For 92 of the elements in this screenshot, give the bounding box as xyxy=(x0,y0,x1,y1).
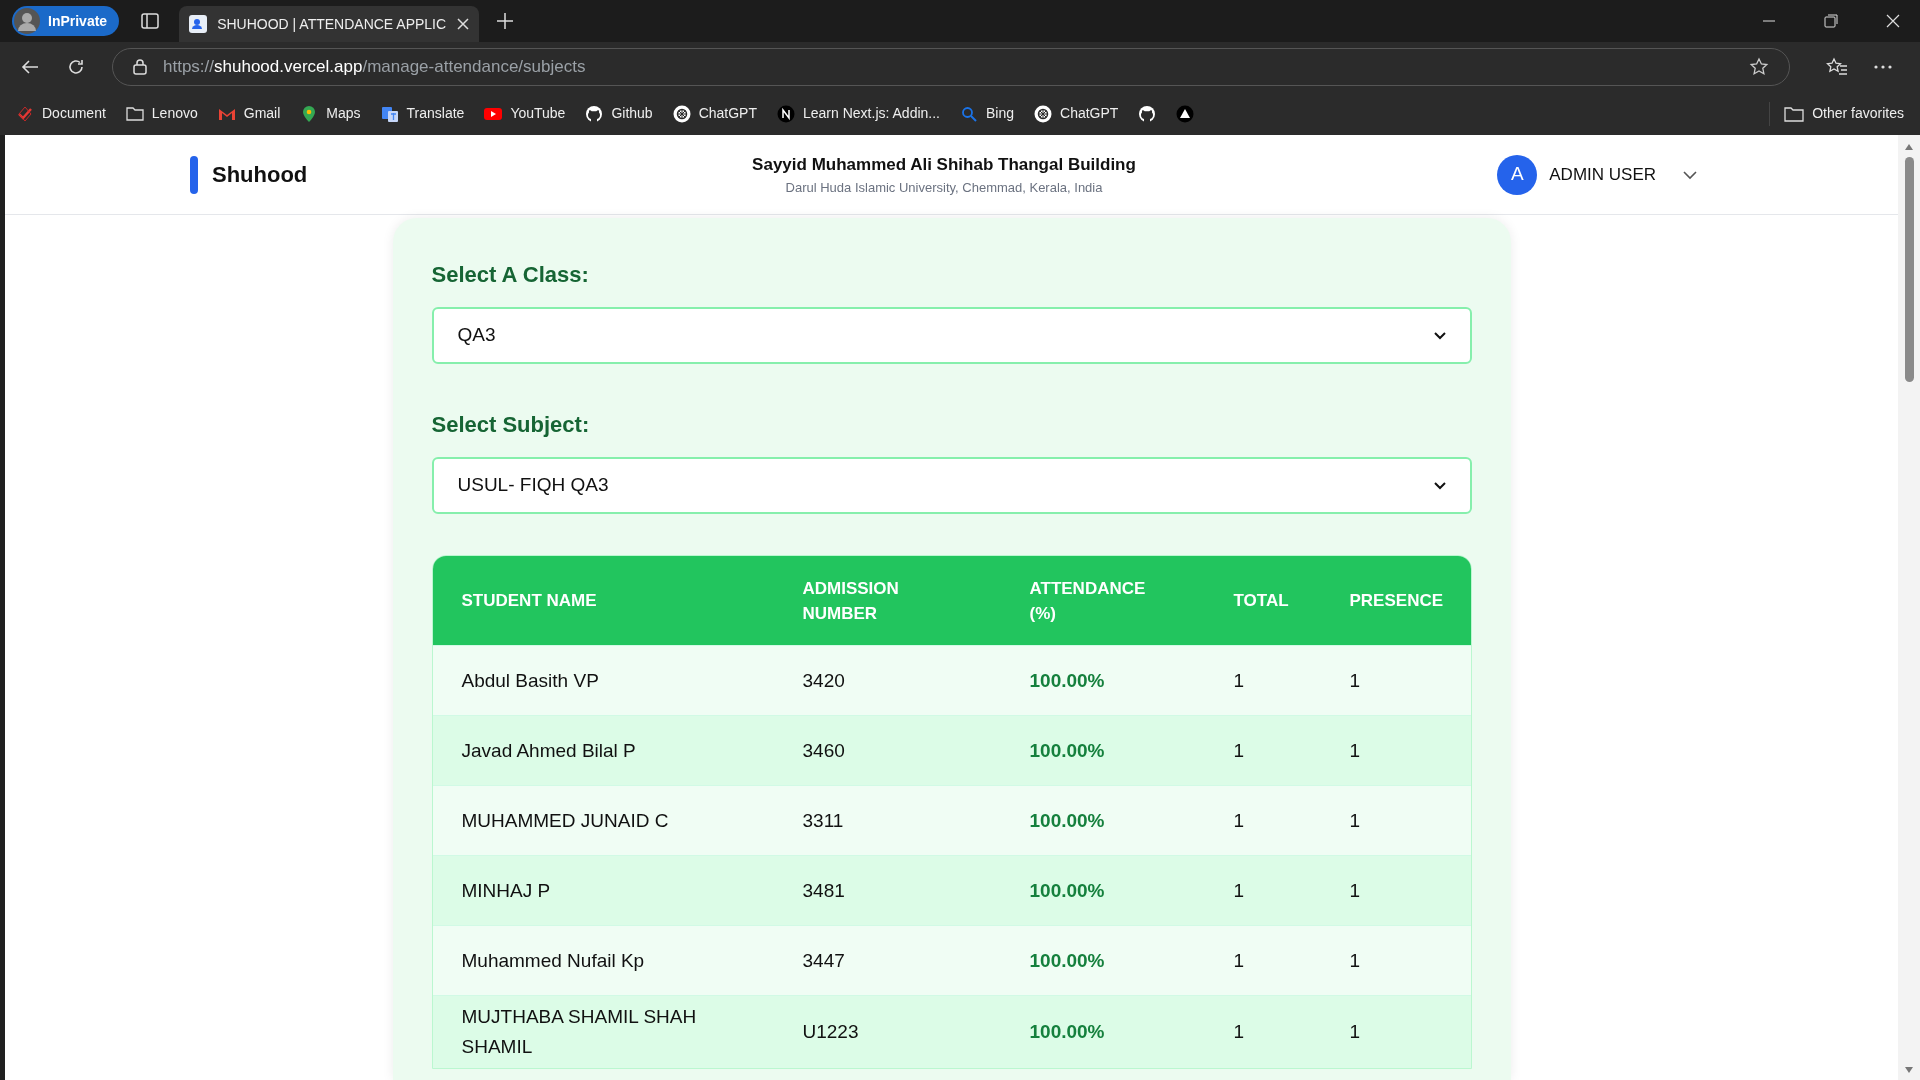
column-header: STUDENT NAME xyxy=(461,590,598,612)
column-header: ADMISSION NUMBER xyxy=(802,577,900,625)
table-cell-text: 1 xyxy=(1349,808,1362,833)
bookmark-link[interactable]: Lenovo xyxy=(125,103,198,124)
cat-icon xyxy=(585,104,604,123)
table-cell-text: 100.00% xyxy=(1029,1020,1106,1044)
close-icon[interactable] xyxy=(457,18,470,30)
column-header: ATTENDANCE (%) xyxy=(1029,577,1147,625)
check-icon xyxy=(16,104,34,123)
table-cell-text: 1 xyxy=(1349,668,1362,693)
table-cell-text: 1 xyxy=(1233,808,1246,833)
search-icon xyxy=(960,104,978,123)
table-cell-text: 3420 xyxy=(802,668,846,693)
class-select[interactable]: QA3 xyxy=(431,307,1472,364)
url-text: https://shuhood.vercel.app/manage-attendance/subjects xyxy=(163,56,587,79)
table-cell-text: 1 xyxy=(1233,738,1246,763)
browser-tab[interactable]: SHUHOOD | ATTENDANCE APPLIC xyxy=(179,6,480,42)
table-cell-text: U1223 xyxy=(802,1020,860,1044)
tab-actions-icon[interactable] xyxy=(141,12,160,30)
user-menu[interactable]: A ADMIN USER xyxy=(1348,154,1698,195)
bookmark-link[interactable]: Bing xyxy=(960,103,1014,124)
bookmark-link[interactable]: YouTube xyxy=(484,103,566,124)
knot-icon xyxy=(1034,104,1052,123)
table-cell-text: MUHAMMED JUNAID C xyxy=(461,808,670,833)
university-name: Darul Huda Islamic University, Chemmad, Kerala, India xyxy=(785,178,1103,197)
user-avatar: A xyxy=(1497,154,1538,195)
bookmark-link[interactable]: Gmail xyxy=(217,103,281,124)
field-label: Select Subject: xyxy=(431,411,591,439)
brand-name: Shuhood xyxy=(212,161,308,189)
close-icon[interactable] xyxy=(1886,14,1900,28)
building-name: Sayyid Muhammed Ali Shihab Thangal Building xyxy=(752,154,1136,176)
refresh-icon[interactable] xyxy=(66,57,86,77)
scroll-up-icon[interactable] xyxy=(1904,143,1914,151)
more-icon[interactable] xyxy=(1874,65,1892,69)
table-cell-text: 1 xyxy=(1233,948,1246,973)
bookmark-link[interactable]: Maps xyxy=(300,103,361,124)
chevron-down-icon xyxy=(1433,481,1446,490)
bookmark-link[interactable]: ChatGPT xyxy=(672,103,757,124)
table-cell-text: 100.00% xyxy=(1029,948,1106,973)
letter-n-icon xyxy=(777,104,795,123)
table-cell-text: 100.00% xyxy=(1029,738,1106,763)
address-bar[interactable]: https://shuhood.vercel.app/manage-attendance/subjects xyxy=(112,48,1790,86)
table-cell-text: 100.00% xyxy=(1029,668,1106,693)
profile-button[interactable]: InPrivate xyxy=(12,6,120,36)
bookmark-link[interactable]: Github xyxy=(585,103,653,124)
translate-icon xyxy=(380,104,399,123)
brand-bar-icon xyxy=(190,155,198,194)
table-cell-text: 3447 xyxy=(802,948,846,973)
scrollbar-thumb[interactable] xyxy=(1904,157,1914,382)
favorite-star-icon[interactable] xyxy=(1749,57,1769,77)
table-cell-text: 3481 xyxy=(802,878,846,903)
table-cell-text: 1 xyxy=(1349,878,1362,903)
subject-select[interactable]: USUL- FIQH QA3 xyxy=(431,457,1472,514)
favorites-icon[interactable] xyxy=(1826,57,1848,77)
scroll-down-icon[interactable] xyxy=(1904,1066,1914,1074)
bookmark-button[interactable] xyxy=(1176,104,1195,123)
new-tab-icon[interactable] xyxy=(497,13,514,29)
cat-icon xyxy=(1138,104,1157,123)
table-cell-text: Abdul Basith VP xyxy=(461,668,600,693)
table-cell-text: 1 xyxy=(1233,668,1246,693)
knot-icon xyxy=(672,104,691,123)
table-cell-text: 1 xyxy=(1233,878,1246,903)
tab-title: SHUHOOD | ATTENDANCE APPLIC xyxy=(217,14,448,34)
table-cell-text: Muhammed Nufail Kp xyxy=(461,948,646,973)
avatar-icon xyxy=(14,8,40,34)
bookmark-link[interactable]: Learn Next.js: Addin... xyxy=(777,103,940,124)
table-cell-text: 1 xyxy=(1349,738,1362,763)
bookmark-link[interactable]: Translate xyxy=(380,103,465,124)
table-cell-text: 1 xyxy=(1349,948,1362,973)
restore-icon[interactable] xyxy=(1824,14,1838,28)
table-cell-text: Javad Ahmed Bilal P xyxy=(461,738,637,763)
table-cell-text: 3460 xyxy=(802,738,846,763)
lock-icon xyxy=(133,59,147,75)
bookmark-link[interactable]: Document xyxy=(16,103,106,124)
table-cell-text: 100.00% xyxy=(1029,808,1106,833)
bookmark-button[interactable] xyxy=(1138,104,1157,123)
chevron-down-icon xyxy=(1682,169,1698,180)
table-cell-text: 100.00% xyxy=(1029,878,1106,903)
table-cell-text: 3311 xyxy=(802,808,845,833)
field-label: Select A Class: xyxy=(431,261,590,289)
app-favicon-icon xyxy=(189,15,208,33)
table-cell-text: MINHAJ P xyxy=(461,878,552,903)
column-header: PRESENCE xyxy=(1349,590,1445,612)
table-cell-text: MUJTHABA SHAMIL SHAH SHAMIL xyxy=(461,1005,698,1059)
folder-icon xyxy=(1784,105,1805,122)
chevron-down-icon xyxy=(1433,331,1446,340)
folder-icon xyxy=(125,104,144,123)
other-favorites-link[interactable]: Other favorites xyxy=(1784,103,1904,124)
table-cell-text: 1 xyxy=(1349,1020,1362,1044)
column-header: TOTAL xyxy=(1233,590,1290,612)
table-cell-text: 1 xyxy=(1233,1020,1246,1044)
bookmark-link[interactable]: ChatGPT xyxy=(1034,103,1119,124)
